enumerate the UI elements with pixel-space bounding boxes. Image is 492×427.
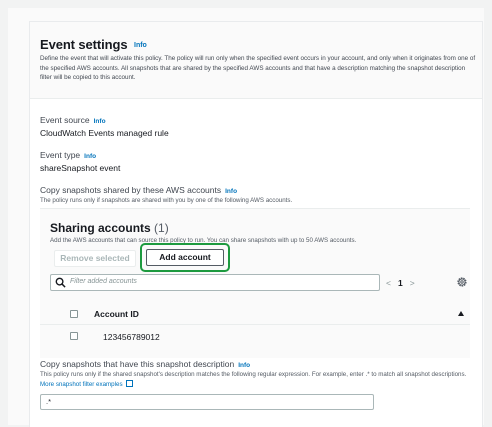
search-icon (55, 277, 66, 288)
gear-icon[interactable] (456, 276, 468, 288)
event-type-info-link[interactable]: Info (84, 153, 96, 160)
previous-page-button[interactable]: < (386, 278, 391, 288)
remove-selected-button[interactable]: Remove selected (54, 250, 136, 267)
sort-ascending-icon[interactable] (458, 311, 464, 316)
event-source-value: CloudWatch Events managed rule (40, 128, 169, 138)
event-source-info-link[interactable]: Info (94, 118, 106, 125)
sharing-accounts-container: Sharing accounts (1) Add the AWS account… (40, 208, 470, 358)
external-link-icon[interactable] (126, 379, 134, 387)
select-all-checkbox[interactable] (70, 310, 78, 318)
snapshot-filter-examples-link[interactable]: More snapshot filter examples (40, 381, 123, 388)
row-checkbox[interactable] (70, 332, 78, 340)
panel-header: Event settings Info Define the event tha… (30, 22, 482, 99)
filter-accounts-input[interactable]: Filter added accounts (50, 274, 380, 291)
filter-accounts-placeholder: Filter added accounts (70, 278, 137, 285)
pagination: <1 > (386, 278, 415, 288)
account-id-column-header[interactable]: Account ID (94, 309, 139, 319)
header-info-link[interactable]: Info (134, 42, 147, 49)
copy-shared-help: The policy runs only if snapshots are sh… (40, 197, 293, 204)
account-id-cell: 123456789012 (103, 332, 160, 342)
description-filter-label: Copy snapshots that have this snapshot d… (40, 359, 251, 369)
table-header-row: Account ID (40, 303, 470, 325)
snapshot-description-input[interactable]: .* (40, 394, 374, 410)
event-type-value: shareSnapshot event (40, 163, 121, 173)
page-background: Event settings Info Define the event tha… (8, 8, 484, 427)
description-filter-help: This policy runs only if the shared snap… (40, 371, 467, 388)
event-settings-panel: Event settings Info Define the event tha… (29, 21, 483, 427)
copy-shared-label: Copy snapshots shared by these AWS accou… (40, 185, 238, 195)
add-account-button[interactable]: Add account (146, 249, 224, 266)
panel-title: Event settings (40, 37, 128, 52)
current-page-number[interactable]: 1 (398, 278, 403, 288)
sharing-accounts-count: (1) (154, 221, 169, 235)
table-row: 123456789012 (40, 326, 470, 348)
copy-shared-info-link[interactable]: Info (225, 188, 237, 195)
sharing-accounts-title: Sharing accounts (1) (50, 221, 169, 235)
event-source-label: Event source Info (40, 115, 106, 125)
description-filter-info-link[interactable]: Info (238, 362, 250, 369)
event-type-label: Event type Info (40, 150, 97, 160)
panel-description: Define the event that will activate this… (40, 55, 476, 81)
next-page-button[interactable]: > (410, 278, 415, 288)
